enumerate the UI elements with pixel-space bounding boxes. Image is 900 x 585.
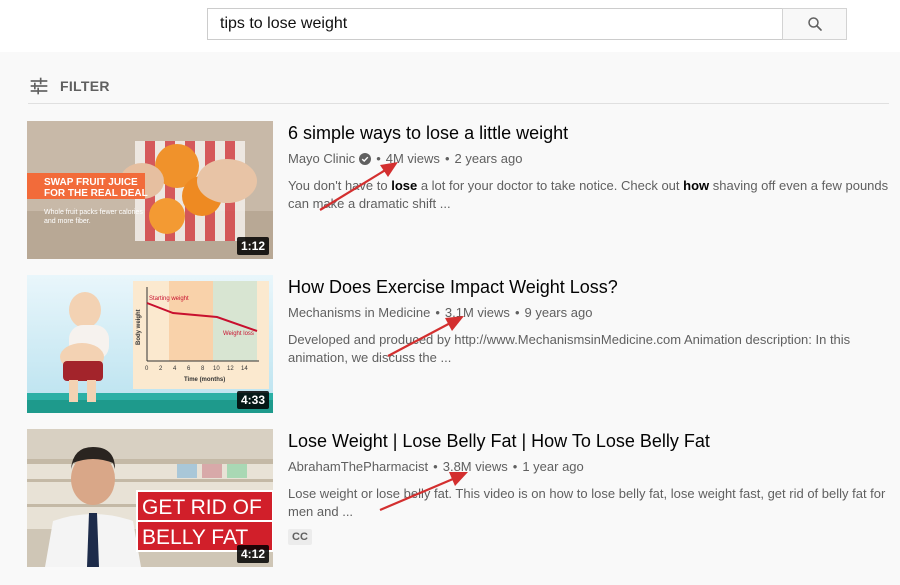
video-duration: 4:12 xyxy=(236,545,269,563)
thumb-headline-2: FOR THE REAL DEAL xyxy=(44,188,148,199)
video-result[interactable]: Starting weight Weight loss Body weight … xyxy=(27,275,889,413)
video-thumbnail[interactable]: SWAP FRUIT JUICE FOR THE REAL DEAL Whole… xyxy=(27,121,273,259)
video-title[interactable]: Lose Weight | Lose Belly Fat | How To Lo… xyxy=(288,429,889,453)
channel-name[interactable]: AbrahamThePharmacist xyxy=(288,459,428,475)
verified-check-icon xyxy=(359,153,372,165)
cc-badge: CC xyxy=(288,529,312,545)
divider xyxy=(28,103,889,104)
search-button[interactable] xyxy=(782,8,847,40)
video-duration: 1:12 xyxy=(236,237,269,255)
thumb-headline-1: GET RID OF xyxy=(142,496,262,519)
video-result[interactable]: GET RID OF BELLY FAT 4:12 Lose Weight | … xyxy=(27,429,889,567)
meta-separator: • xyxy=(444,151,450,166)
meta-separator: • xyxy=(433,459,438,474)
video-thumbnail[interactable]: Starting weight Weight loss Body weight … xyxy=(27,275,273,413)
chart-label-starting: Starting weight xyxy=(149,296,189,302)
meta-separator: • xyxy=(512,459,518,474)
meta-separator: • xyxy=(435,305,440,320)
channel-name[interactable]: Mayo Clinic xyxy=(288,151,355,167)
video-title[interactable]: 6 simple ways to lose a little weight xyxy=(288,121,889,145)
thumb-headline-2: BELLY FAT xyxy=(142,526,248,549)
upload-age: 9 years ago xyxy=(524,305,593,320)
upload-age: 1 year ago xyxy=(522,459,584,474)
filter-sliders-icon xyxy=(30,77,48,95)
video-description: Developed and produced by http://www.Mec… xyxy=(288,332,851,365)
video-description: You don't have to lose a lot for your do… xyxy=(288,178,889,211)
upload-age: 2 years ago xyxy=(454,151,523,166)
chart-tick: 14 xyxy=(241,366,248,372)
chart-label-loss: Weight loss xyxy=(223,331,254,337)
filter-button[interactable]: FILTER xyxy=(28,76,110,96)
meta-separator: • xyxy=(376,151,381,166)
video-thumbnail[interactable]: GET RID OF BELLY FAT 4:12 xyxy=(27,429,273,567)
search-icon xyxy=(807,17,822,31)
meta-separator: • xyxy=(514,305,520,320)
video-title[interactable]: How Does Exercise Impact Weight Loss? xyxy=(288,275,889,299)
chart-tick: 10 xyxy=(213,366,220,372)
channel-name[interactable]: Mechanisms in Medicine xyxy=(288,305,430,321)
view-count: 4M views xyxy=(385,151,440,166)
video-description: Lose weight or lose belly fat. This vide… xyxy=(288,486,886,519)
chart-ylabel: Body weight xyxy=(136,309,142,345)
view-count: 3.8M views xyxy=(442,459,508,474)
thumb-caption-1: Whole fruit packs fewer calories xyxy=(44,209,143,216)
chart-tick: 12 xyxy=(227,366,234,372)
thumb-caption-2: and more fiber. xyxy=(44,218,91,225)
filter-label: FILTER xyxy=(60,78,110,94)
top-bar: tips to lose weight xyxy=(0,0,900,52)
chart-xlabel: Time (months) xyxy=(184,377,225,383)
search-input[interactable]: tips to lose weight xyxy=(207,8,783,40)
thumb-headline-1: SWAP FRUIT JUICE xyxy=(44,177,138,188)
video-result[interactable]: SWAP FRUIT JUICE FOR THE REAL DEAL Whole… xyxy=(27,121,889,259)
view-count: 3.1M views xyxy=(444,305,510,320)
video-duration: 4:33 xyxy=(236,391,269,409)
